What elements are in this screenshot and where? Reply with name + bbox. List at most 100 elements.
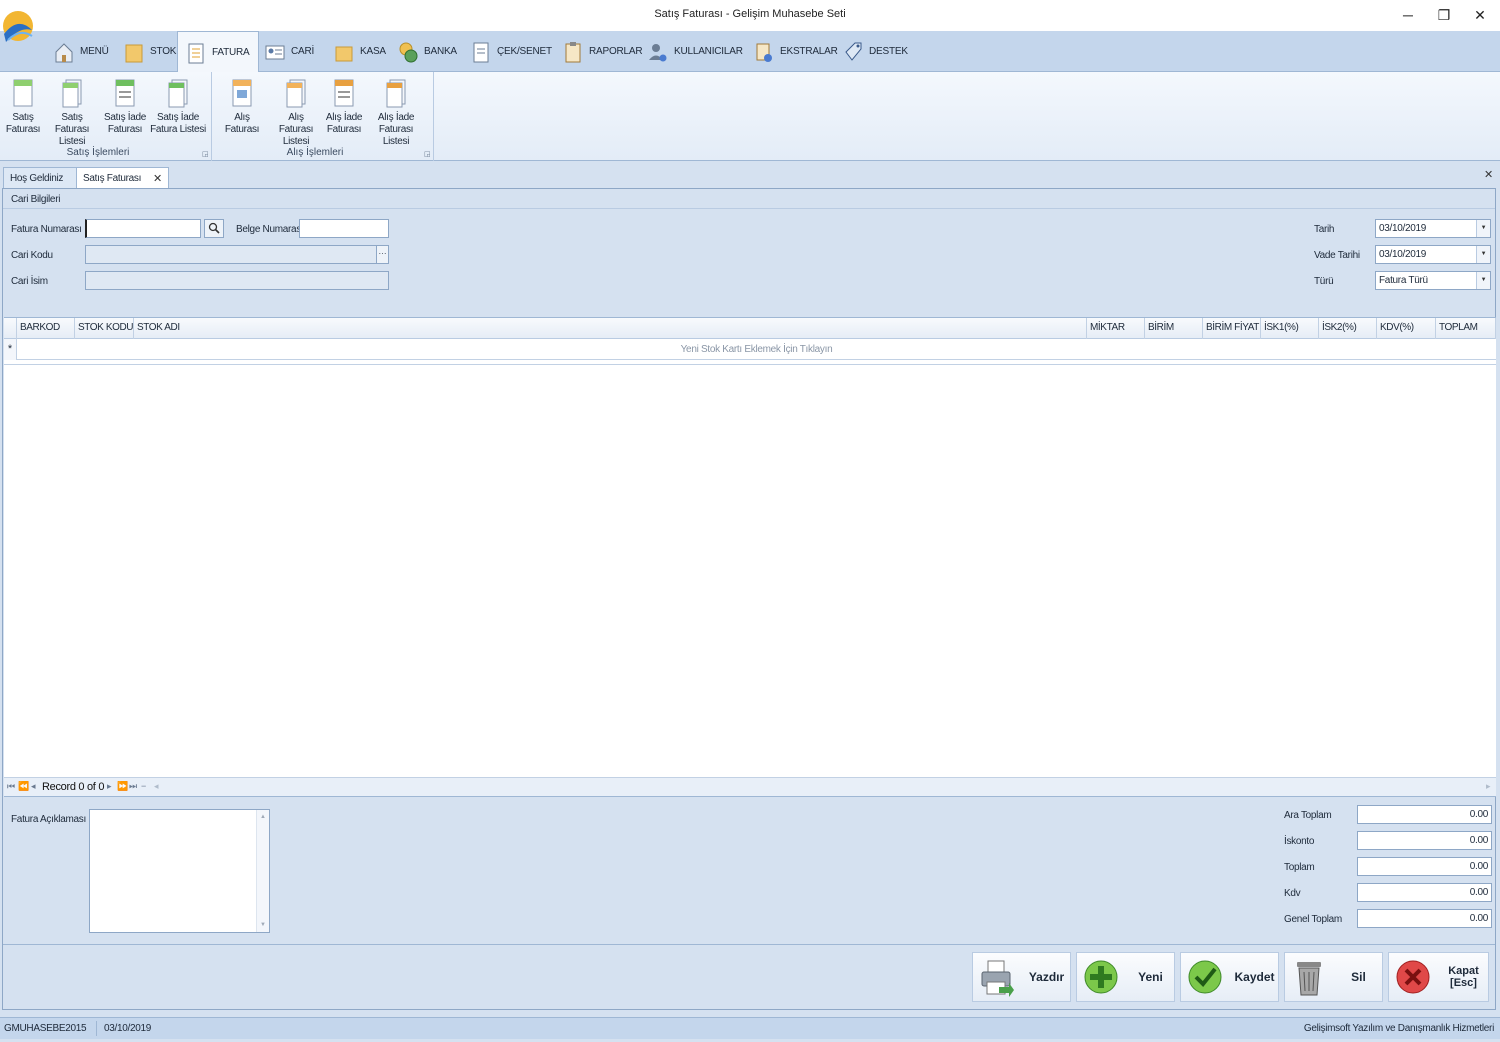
chevron-down-icon[interactable]: ▼ [1476, 272, 1490, 289]
satis-iade-fatura-listesi-l2: Fatura Listesi [150, 124, 206, 135]
close-tab-icon[interactable]: ✕ [153, 172, 162, 185]
turu-select[interactable]: Fatura Türü ▼ [1375, 271, 1491, 290]
new-item-row[interactable]: * Yeni Stok Kartı Eklemek İçin Tıklayın [4, 339, 1496, 360]
return-invoice-list-icon [168, 79, 188, 108]
column-header-toplam[interactable]: TOPLAM [1436, 318, 1496, 339]
tab-stok[interactable]: STOK [116, 31, 184, 72]
previous-record-icon[interactable]: ◂ [31, 781, 36, 792]
iskonto-value: 0.00 [1357, 831, 1492, 850]
last-record-icon[interactable]: ⏭ [129, 781, 137, 792]
tab-fatura-label: FATURA [212, 47, 250, 58]
next-record-icon[interactable]: ▸ [107, 781, 112, 792]
column-header-birim-fiyat[interactable]: BİRİM FİYAT [1203, 318, 1261, 339]
alis-iade-faturasi-button[interactable]: Alış İade Faturası [322, 78, 366, 136]
cari-isim-label: Cari İsim [11, 276, 48, 287]
kaydet-button[interactable]: Kaydet [1180, 952, 1279, 1002]
belge-numarasi-label: Belge Numarası [236, 224, 304, 235]
column-header-birim[interactable]: BİRİM [1145, 318, 1203, 339]
column-header-kdv[interactable]: KDV(%) [1377, 318, 1436, 339]
status-company: Gelişimsoft Yazılım ve Danışmanlık Hizme… [1303, 1023, 1494, 1034]
next-page-icon[interactable]: ⏩ [117, 781, 128, 792]
belge-numarasi-input[interactable] [299, 219, 389, 238]
cash-box-icon [335, 46, 353, 61]
alis-faturasi-listesi-button[interactable]: Alış Faturası Listesi [270, 78, 322, 148]
scroll-left-icon[interactable]: ◂ [154, 781, 159, 792]
tab-banka[interactable]: BANKA [390, 31, 465, 72]
yeni-label: Yeni [1138, 970, 1163, 984]
tab-fatura[interactable]: FATURA [177, 31, 259, 73]
purchase-return-list-icon [386, 79, 406, 108]
tab-raporlar[interactable]: RAPORLAR [555, 31, 650, 72]
column-header-stok-adi[interactable]: STOK ADI [134, 318, 1087, 339]
iskonto-label: İskonto [1284, 836, 1315, 847]
ara-toplam-value: 0.00 [1357, 805, 1492, 824]
doc-tab-satis-faturasi-label: Satış Faturası [83, 172, 142, 184]
invoice-lines-grid: BARKOD STOK KODU STOK ADI MİKTAR BİRİM B… [4, 317, 1496, 777]
minimize-button[interactable]: ─ [1390, 4, 1426, 26]
maximize-button[interactable]: ❐ [1426, 4, 1462, 26]
vade-tarihi-label: Vade Tarihi [1314, 250, 1360, 261]
tab-cek-senet-label: ÇEK/SENET [497, 46, 552, 57]
satis-faturasi-l1: Satış [12, 112, 34, 123]
tab-cek-senet[interactable]: ÇEK/SENET [463, 31, 560, 72]
satis-faturasi-button[interactable]: Satış Faturası [4, 78, 42, 136]
notes-scrollbar[interactable]: ▲ ▼ [256, 810, 269, 932]
satis-iade-fatura-listesi-button[interactable]: Satış İade Fatura Listesi [150, 78, 206, 136]
scroll-right-icon[interactable]: ▸ [1486, 781, 1491, 792]
tab-destek[interactable]: DESTEK [835, 31, 916, 72]
first-record-icon[interactable]: ⏮ [7, 781, 15, 792]
return-invoice-icon [115, 79, 135, 107]
tab-raporlar-label: RAPORLAR [589, 46, 643, 57]
fatura-aciklamasi-textarea[interactable]: ▲ ▼ [89, 809, 270, 933]
tab-menu[interactable]: MENÜ [46, 31, 117, 72]
scroll-down-icon[interactable]: ▼ [257, 922, 269, 928]
alis-iade-faturasi-listesi-l1: Alış İade [377, 112, 415, 123]
satis-iade-faturasi-button[interactable]: Satış İade Faturası [102, 78, 148, 136]
tarih-date-picker[interactable]: 03/10/2019 ▼ [1375, 219, 1491, 238]
search-button[interactable] [204, 219, 224, 238]
close-window-button[interactable]: ✕ [1462, 4, 1498, 26]
alis-iade-faturasi-l1: Alış İade [325, 112, 363, 123]
tab-ekstralar[interactable]: EKSTRALAR [746, 31, 846, 72]
alis-faturasi-button[interactable]: Alış Faturası [216, 78, 268, 136]
doc-tab-satis-faturasi[interactable]: Satış Faturası ✕ [76, 167, 169, 188]
column-header-isk2[interactable]: İSK2(%) [1319, 318, 1377, 339]
kdv-value: 0.00 [1357, 883, 1492, 902]
invoice-form: Cari Bilgileri Fatura Numarası Belge Num… [2, 188, 1496, 1010]
close-document-icon[interactable]: ✕ [1484, 168, 1493, 181]
toplam-value: 0.00 [1357, 857, 1492, 876]
tab-kullanicilar[interactable]: KULLANICILAR [640, 31, 751, 72]
column-header-stok-kodu[interactable]: STOK KODU [75, 318, 134, 339]
chevron-down-icon[interactable]: ▼ [1476, 220, 1490, 237]
satis-iade-fatura-listesi-l1: Satış İade [156, 112, 200, 123]
alis-iade-faturasi-listesi-button[interactable]: Alış İade Faturası Listesi [366, 78, 426, 148]
yeni-button[interactable]: Yeni [1076, 952, 1175, 1002]
cari-isim-input[interactable] [85, 271, 389, 290]
cari-kodu-browse-button[interactable]: ··· [376, 245, 389, 264]
column-header-miktar[interactable]: MİKTAR [1087, 318, 1145, 339]
tab-kasa[interactable]: KASA [326, 31, 394, 72]
delete-record-icon[interactable]: − [141, 781, 146, 791]
tab-cari[interactable]: CARİ [257, 31, 322, 72]
column-header-barkod[interactable]: BARKOD [17, 318, 75, 339]
satis-faturasi-listesi-button[interactable]: Satış Faturası Listesi [44, 78, 100, 148]
cari-kodu-input[interactable] [85, 245, 377, 264]
fatura-numarasi-input[interactable] [85, 219, 201, 238]
chevron-down-icon[interactable]: ▼ [1476, 246, 1490, 263]
satis-group-launcher-icon[interactable]: ◲ [202, 150, 209, 158]
new-row-hint: Yeni Stok Kartı Eklemek İçin Tıklayın [680, 344, 833, 355]
kapat-button[interactable]: Kapat [Esc] [1388, 952, 1489, 1002]
record-counter: Record 0 of 0 [42, 781, 105, 793]
yazdir-button[interactable]: Yazdır [972, 952, 1071, 1002]
vade-tarihi-date-picker[interactable]: 03/10/2019 ▼ [1375, 245, 1491, 264]
column-header-isk1[interactable]: İSK1(%) [1261, 318, 1319, 339]
search-icon [208, 222, 220, 234]
alis-group-launcher-icon[interactable]: ◲ [424, 150, 431, 158]
purchase-invoice-icon [232, 79, 252, 107]
satis-faturasi-listesi-l1: Satış Faturası [54, 112, 90, 135]
previous-page-icon[interactable]: ⏪ [18, 781, 29, 792]
home-icon [55, 42, 73, 62]
scroll-up-icon[interactable]: ▲ [257, 810, 269, 820]
grid-empty-area [4, 360, 1496, 365]
sil-button[interactable]: Sil [1284, 952, 1383, 1002]
